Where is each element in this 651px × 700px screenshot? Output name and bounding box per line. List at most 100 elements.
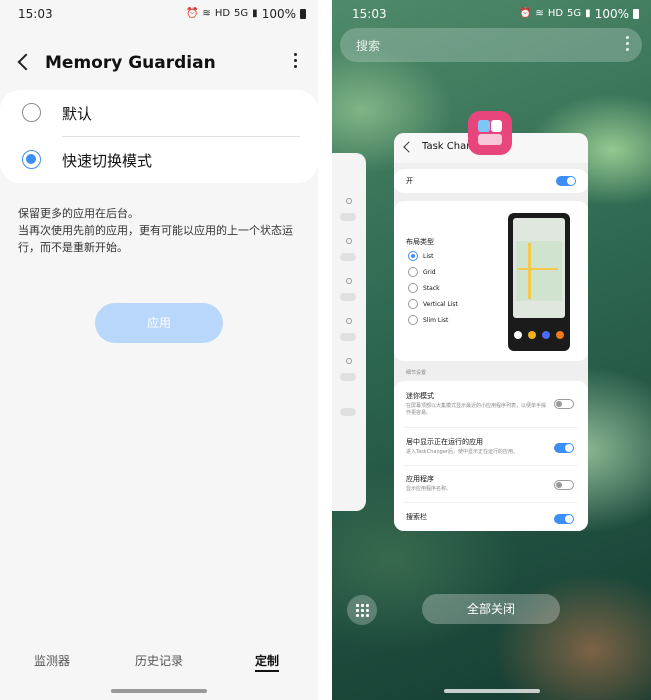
card-pill xyxy=(340,408,356,416)
radio-default[interactable] xyxy=(22,103,41,122)
setting-search-bar-title: 搜索栏 xyxy=(406,513,427,521)
close-all-button[interactable]: 全部关闭 xyxy=(422,594,560,624)
tab-history[interactable]: 历史记录 xyxy=(135,652,183,669)
details-settings: 迷你模式 在屏幕顶部以大集模式显示最近的小应用程序列表，以便单手操作更容易。 居… xyxy=(394,381,588,531)
back-button[interactable] xyxy=(14,51,36,73)
layout-option-slim-list: Slim List xyxy=(423,317,449,324)
preview-road xyxy=(518,268,558,270)
tab-customize[interactable]: 定制 xyxy=(255,652,280,672)
task-changer-app-icon[interactable] xyxy=(468,111,512,155)
search-more-icon[interactable] xyxy=(624,36,630,54)
battery-icon xyxy=(633,9,639,19)
mode-description: 保留更多的应用在后台。 当再次使用先前的应用，更有可能以应用的上一个状态运行，而… xyxy=(18,207,293,254)
alarm-icon: ⏰ xyxy=(185,8,199,19)
card-dot-icon xyxy=(346,358,352,364)
option-fast-switch[interactable]: 快速切换模式 xyxy=(0,137,318,183)
network-hd-label: HD xyxy=(547,8,564,19)
alarm-icon: ⏰ xyxy=(518,8,532,19)
wifi-icon: ≋ xyxy=(202,8,211,19)
apply-button[interactable]: 应用 xyxy=(95,303,223,343)
page-title: Memory Guardian xyxy=(45,53,216,73)
status-bar: 15:03 ⏰ ≋ HD 5G ▮ 100% xyxy=(332,0,651,28)
row-divider xyxy=(404,465,578,466)
toggle-search-bar[interactable] xyxy=(554,514,574,524)
bottom-tabs: 监测器 历史记录 定制 xyxy=(0,650,318,672)
right-screen: 15:03 ⏰ ≋ HD 5G ▮ 100% 搜索 Task Changer 开… xyxy=(332,0,651,700)
status-time: 15:03 xyxy=(352,7,387,21)
radio-vertical-list[interactable] xyxy=(408,299,418,309)
status-icons: ⏰ ≋ HD 5G ▮ 100% xyxy=(519,7,639,21)
option-default-label: 默认 xyxy=(62,105,93,123)
layout-option-vertical-list: Vertical List xyxy=(423,301,458,308)
network-hd-label: HD xyxy=(214,8,231,19)
main-toggle[interactable] xyxy=(556,176,576,186)
option-default[interactable]: 默认 xyxy=(0,90,318,136)
main-toggle-row: 开 xyxy=(394,169,588,193)
card-pill xyxy=(340,333,356,341)
dock-app-icon xyxy=(528,331,536,339)
radio-list[interactable] xyxy=(408,251,418,261)
home-indicator[interactable] xyxy=(444,689,540,693)
battery-text: 100% xyxy=(594,7,629,21)
status-bar: 15:03 ⏰ ≋ HD 5G ▮ 100% xyxy=(0,0,318,28)
background-app-card[interactable] xyxy=(332,153,366,511)
status-time: 15:03 xyxy=(18,7,53,21)
network-5g-label: 5G xyxy=(234,8,249,19)
signal-icon: ▮ xyxy=(585,8,591,19)
setting-app-name-title: 应用程序 xyxy=(406,475,434,483)
left-screen: 15:03 ⏰ ≋ HD 5G ▮ 100% Memory Guardian 默… xyxy=(0,0,318,700)
mode-options: 默认 快速切换模式 xyxy=(0,90,318,183)
layout-option-grid: Grid xyxy=(423,269,436,276)
search-placeholder: 搜索 xyxy=(356,39,381,53)
radio-grid[interactable] xyxy=(408,267,418,277)
home-indicator[interactable] xyxy=(111,689,207,693)
preview-map xyxy=(516,241,562,301)
layout-option-stack: Stack xyxy=(423,285,440,292)
tab-monitor[interactable]: 监测器 xyxy=(34,652,70,669)
wifi-icon: ≋ xyxy=(535,8,544,19)
dock-app-icon xyxy=(514,331,522,339)
details-section-header: 细节设置 xyxy=(406,370,427,376)
setting-center-running-title: 居中显示正在运行的应用 xyxy=(406,438,483,446)
card-pill xyxy=(340,253,356,261)
dock-app-icon xyxy=(556,331,564,339)
option-fast-switch-label: 快速切换模式 xyxy=(62,152,153,170)
card-dot-icon xyxy=(346,238,352,244)
card-back-icon xyxy=(403,141,415,153)
toggle-app-name[interactable] xyxy=(554,480,574,490)
setting-center-running-sub: 进入TaskChanger后，使中显示正在运行的应用。 xyxy=(406,449,518,455)
app-bar: Memory Guardian xyxy=(0,45,318,81)
main-toggle-label: 开 xyxy=(406,177,413,185)
radio-stack[interactable] xyxy=(408,283,418,293)
signal-icon: ▮ xyxy=(252,8,258,19)
radio-slim-list[interactable] xyxy=(408,315,418,325)
status-icons: ⏰ ≋ HD 5G ▮ 100% xyxy=(186,7,306,21)
task-changer-card[interactable]: Task Changer 开 布局类型 List Grid Stack Vert… xyxy=(394,133,588,531)
card-dot-icon xyxy=(346,278,352,284)
card-pill xyxy=(340,213,356,221)
preview-road xyxy=(528,243,531,299)
battery-icon xyxy=(300,9,306,19)
layout-option-list: List xyxy=(423,253,434,260)
layout-preview-image xyxy=(508,213,570,351)
radio-fast-switch[interactable] xyxy=(22,150,41,169)
toggle-center-running[interactable] xyxy=(554,443,574,453)
apps-grid-button[interactable] xyxy=(347,595,377,625)
setting-mini-mode-title: 迷你模式 xyxy=(406,392,434,400)
layout-type-section: 布局类型 List Grid Stack Vertical List Slim … xyxy=(394,201,588,361)
battery-text: 100% xyxy=(261,7,296,21)
more-options-icon[interactable] xyxy=(292,53,298,73)
row-divider xyxy=(404,427,578,428)
card-pill xyxy=(340,293,356,301)
card-pill xyxy=(340,373,356,381)
toggle-mini-mode[interactable] xyxy=(554,399,574,409)
card-dot-icon xyxy=(346,318,352,324)
setting-mini-mode-sub: 在屏幕顶部以大集模式显示最近的小应用程序列表，以便单手操作更容易。 xyxy=(406,403,547,416)
card-dot-icon xyxy=(346,198,352,204)
recents-search-bar[interactable]: 搜索 xyxy=(340,28,642,62)
dock-app-icon xyxy=(542,331,550,339)
layout-type-title: 布局类型 xyxy=(406,238,434,246)
network-5g-label: 5G xyxy=(567,8,582,19)
setting-app-name-sub: 显示应用程序名称。 xyxy=(406,486,452,492)
row-divider xyxy=(404,502,578,503)
